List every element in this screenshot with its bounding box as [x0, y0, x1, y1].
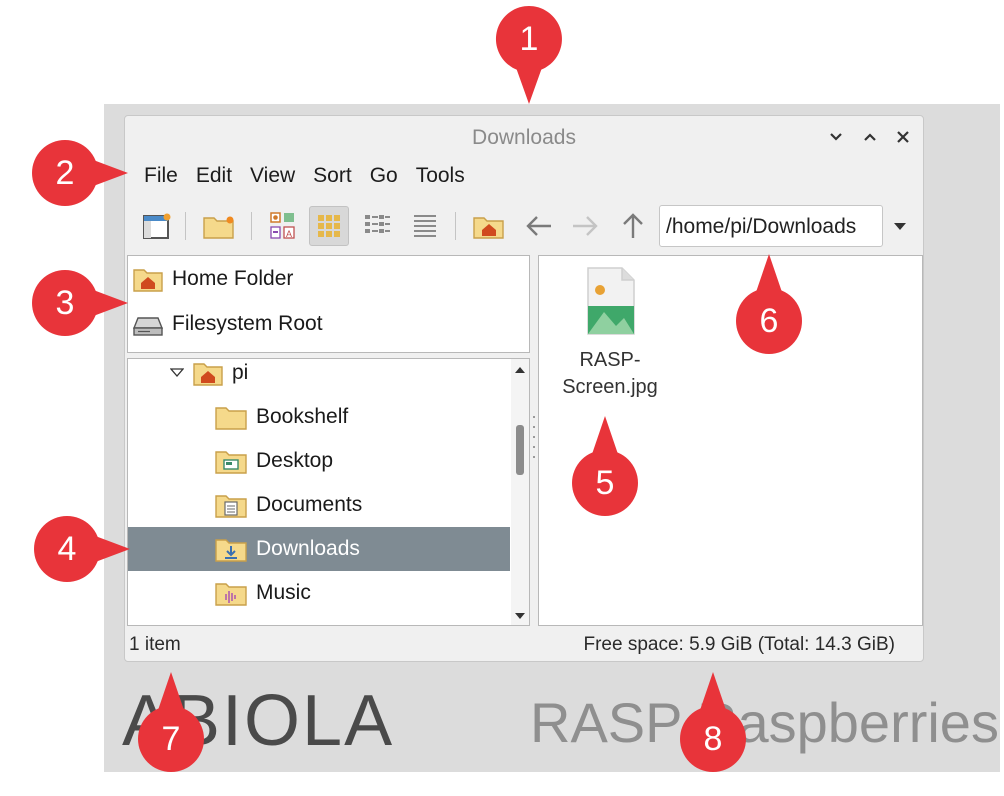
home-folder-icon: [193, 363, 223, 386]
tree-node-label: Music: [256, 581, 311, 604]
file-manager-window: Downloads File Edit View Sort Go Tools A…: [124, 115, 924, 662]
icon-view-button[interactable]: A: [263, 206, 303, 246]
tree-scrollbar[interactable]: [511, 359, 529, 625]
status-free-space: Free space: 5.9 GiB (Total: 14.3 GiB): [583, 634, 895, 655]
compact-view-button[interactable]: [357, 206, 397, 246]
title-bar[interactable]: Downloads: [125, 116, 923, 158]
place-label: Filesystem Root: [172, 312, 323, 335]
expander-down-icon: [170, 368, 184, 377]
place-label: Home Folder: [172, 267, 294, 290]
status-item-count: 1 item: [129, 634, 181, 655]
scroll-up-icon: [515, 367, 525, 373]
thumbnail-view-icon: [318, 215, 340, 237]
menu-tools[interactable]: Tools: [407, 160, 474, 194]
new-window-button[interactable]: [137, 206, 177, 246]
detailed-list-icon: [414, 215, 436, 237]
detailed-list-button[interactable]: [405, 206, 445, 246]
back-button[interactable]: [519, 206, 559, 246]
watermark-tagline: RASP Raspberries: [530, 691, 999, 754]
menu-sort[interactable]: Sort: [304, 160, 361, 194]
toolbar-separator: [251, 212, 252, 240]
callout-2: 2: [28, 136, 128, 210]
callout-5: 5: [568, 416, 642, 520]
callout-number: 1: [519, 19, 539, 58]
callout-number: 5: [595, 463, 615, 502]
toolbar-separator: [455, 212, 456, 240]
callout-number: 4: [57, 529, 77, 568]
close-button[interactable]: [890, 124, 916, 150]
callout-number: 2: [55, 153, 75, 192]
chevron-down-icon: [830, 133, 842, 141]
desktop-folder-icon: [215, 451, 247, 474]
forward-button[interactable]: [565, 206, 605, 246]
minimize-button[interactable]: [823, 124, 849, 150]
tree-node-music[interactable]: Music: [128, 571, 510, 615]
tree-node-downloads[interactable]: Downloads: [128, 527, 510, 571]
close-icon: [897, 131, 909, 143]
tree-node-label: Documents: [256, 493, 363, 516]
pane-splitter[interactable]: [531, 416, 537, 458]
tree-node-desktop[interactable]: Desktop: [128, 439, 510, 483]
callout-6: 6: [732, 254, 806, 358]
thumbnail-view-button[interactable]: [309, 206, 349, 246]
window-title: Downloads: [472, 126, 576, 149]
tree-node-bookshelf[interactable]: Bookshelf: [128, 395, 510, 439]
folder-icon: [215, 407, 247, 430]
new-folder-icon: [203, 216, 234, 239]
path-history-dropdown[interactable]: [887, 212, 913, 240]
scroll-down-icon: [515, 613, 525, 619]
menu-view[interactable]: View: [241, 160, 304, 194]
up-button[interactable]: [613, 206, 653, 246]
places-panel: Home Folder Filesystem Root: [127, 255, 530, 353]
tree-node-label: Bookshelf: [256, 405, 349, 428]
menu-bar: File Edit View Sort Go Tools: [125, 160, 474, 194]
tree-node-pi[interactable]: pi: [128, 359, 510, 395]
new-folder-button[interactable]: [199, 206, 239, 246]
screenshot-stage: Downloads File Edit View Sort Go Tools A…: [0, 0, 1004, 796]
callout-8: 8: [676, 672, 750, 776]
callout-number: 8: [703, 719, 723, 758]
callout-number: 7: [161, 719, 181, 758]
callout-3: 3: [28, 266, 128, 340]
path-entry[interactable]: /home/pi/Downloads: [659, 205, 883, 247]
file-item[interactable]: RASP-Screen.jpg: [555, 266, 665, 401]
maximize-button[interactable]: [857, 124, 883, 150]
place-home-folder[interactable]: Home Folder: [132, 259, 293, 299]
svg-text:A: A: [286, 229, 292, 239]
home-folder-icon: [133, 269, 163, 292]
callout-number: 3: [55, 283, 75, 322]
directory-tree: pi Bookshelf Desktop Documents Downloads…: [127, 358, 530, 626]
downloads-folder-icon: [215, 539, 247, 562]
forward-arrow-icon: [573, 216, 598, 236]
callout-1: 1: [492, 2, 566, 104]
drive-icon: [132, 317, 164, 336]
music-folder-icon: [215, 583, 247, 606]
caret-down-icon: [894, 223, 906, 230]
menu-edit[interactable]: Edit: [187, 160, 241, 194]
tree-node-documents[interactable]: Documents: [128, 483, 510, 527]
image-file-icon: [587, 267, 635, 335]
back-arrow-icon: [526, 216, 551, 236]
callout-4: 4: [30, 512, 130, 586]
home-icon: [473, 217, 504, 239]
place-filesystem-root[interactable]: Filesystem Root: [132, 304, 323, 344]
scrollbar-thumb[interactable]: [516, 425, 524, 475]
new-window-icon: [143, 213, 171, 239]
up-arrow-icon: [623, 213, 643, 238]
icon-view-icon: A: [270, 212, 295, 239]
callout-7: 7: [134, 672, 208, 776]
chevron-up-icon: [864, 133, 876, 141]
tree-node-label: Downloads: [256, 537, 360, 560]
compact-view-icon: [365, 215, 390, 233]
documents-folder-icon: [215, 495, 247, 518]
tree-node-label: Desktop: [256, 449, 334, 472]
toolbar-separator: [185, 212, 186, 240]
callout-number: 6: [759, 301, 779, 340]
menu-file[interactable]: File: [135, 160, 187, 194]
file-view: RASP-Screen.jpg: [538, 255, 923, 626]
menu-go[interactable]: Go: [361, 160, 407, 194]
file-name: RASP-Screen.jpg: [562, 349, 658, 398]
home-button[interactable]: [469, 206, 509, 246]
tree-node-label: pi: [232, 361, 249, 384]
